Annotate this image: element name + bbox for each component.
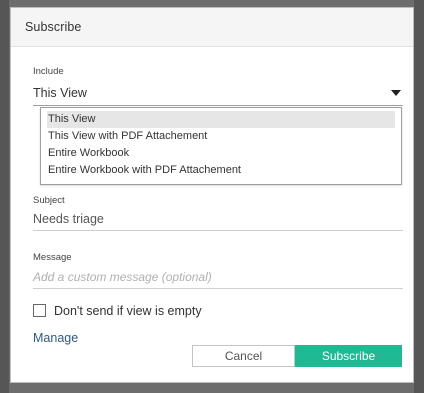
manage-link[interactable]: Manage [33,331,78,345]
dropdown-option-this-view-pdf[interactable]: This View with PDF Attachement [47,128,395,145]
include-select-value[interactable]: This View [33,86,87,100]
message-input-underline [33,288,403,289]
subject-input-underline [33,230,403,231]
dialog-title: Subscribe [25,20,82,34]
background-right-band [414,0,424,393]
dropdown-option-entire-workbook[interactable]: Entire Workbook [47,145,395,162]
include-dropdown-menu: This View This View with PDF Attachement… [40,107,402,185]
cancel-button[interactable]: Cancel [192,345,295,367]
dropdown-option-entire-workbook-pdf[interactable]: Entire Workbook with PDF Attachement [47,162,395,179]
subscribe-button[interactable]: Subscribe [295,345,402,367]
dont-send-if-empty-label[interactable]: Don't send if view is empty [54,304,202,318]
background-left-band [0,0,9,393]
subject-label: Subject [33,195,65,206]
dropdown-option-this-view[interactable]: This View [47,111,395,128]
message-label: Message [33,252,72,263]
dont-send-if-empty-checkbox[interactable] [33,304,46,317]
message-input[interactable]: Add a custom message (optional) [33,270,212,284]
dialog-header: Subscribe [11,8,413,47]
subscribe-dialog: Subscribe Include This View This View Th… [10,7,414,383]
include-label: Include [33,66,64,77]
include-select-underline [33,105,403,106]
subject-input[interactable]: Needs triage [33,212,104,226]
caret-down-icon[interactable] [391,90,401,96]
